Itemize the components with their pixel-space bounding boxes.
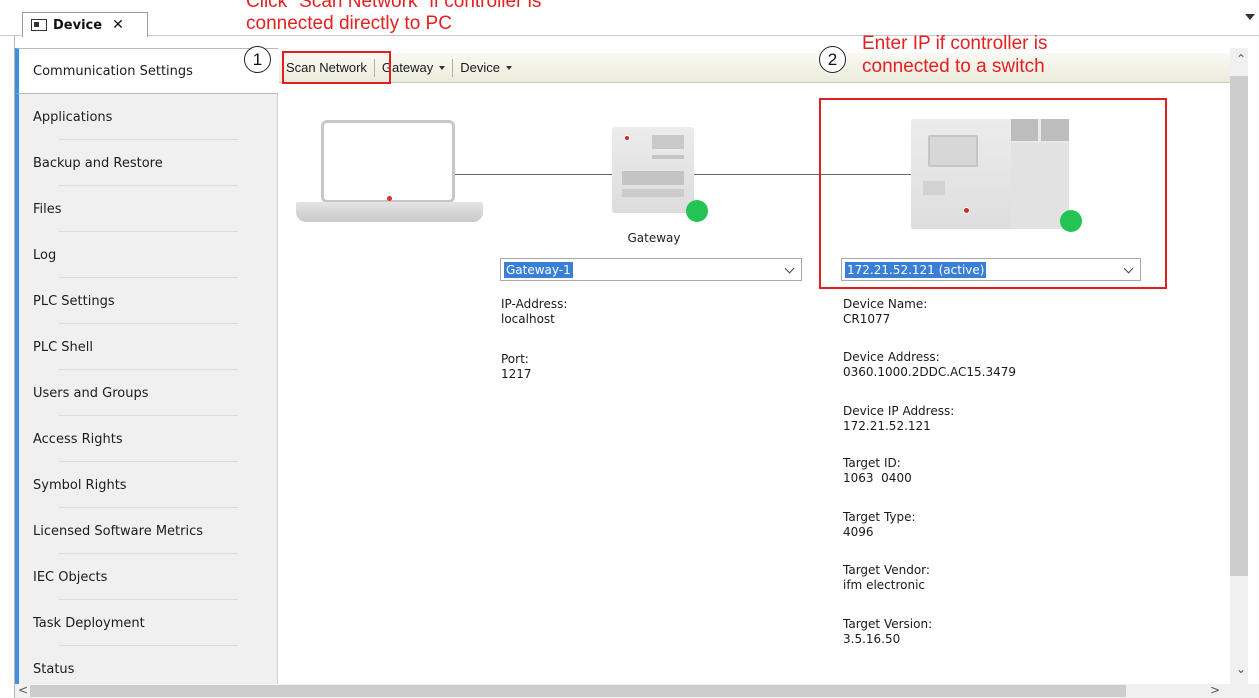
sidebar-item-label: Applications	[33, 109, 113, 125]
target-vendor-property: Target Vendor: ifm electronic	[843, 563, 930, 593]
device-name-property: Device Name: CR1077	[843, 297, 927, 327]
sidebar-item-label: Symbol Rights	[33, 477, 127, 493]
sidebar-item-label: Communication Settings	[33, 63, 193, 79]
scan-network-highlight-box	[282, 51, 391, 84]
sidebar-item-label: Users and Groups	[33, 385, 149, 401]
caret-down-icon	[439, 65, 446, 70]
sidebar-item-iec-objects[interactable]: IEC Objects	[15, 554, 278, 600]
connection-line-pc-gateway	[455, 174, 613, 175]
property-label: Target Version:	[843, 617, 933, 631]
gateway-ip-property: IP-Address: localhost	[501, 297, 567, 327]
horizontal-scrollbar-thumb[interactable]	[30, 685, 1126, 697]
sidebar-item-log[interactable]: Log	[15, 232, 278, 278]
scroll-left-icon[interactable]: <	[18, 683, 28, 697]
property-label: Target Vendor:	[843, 563, 930, 577]
sidebar-item-plc-settings[interactable]: PLC Settings	[15, 278, 278, 324]
gateway-caption: Gateway	[627, 231, 681, 245]
property-label: Device IP Address:	[843, 404, 955, 418]
sidebar-item-label: PLC Shell	[33, 339, 94, 355]
vertical-scrollbar-thumb[interactable]	[1230, 76, 1248, 576]
gateway-device-icon	[612, 127, 694, 213]
sidebar-item-access-rights[interactable]: Access Rights	[15, 416, 278, 462]
property-value: 4096	[843, 525, 874, 539]
property-value: ifm electronic	[843, 578, 926, 592]
property-value: 3.5.16.50	[843, 632, 901, 646]
sidebar-item-label: Access Rights	[33, 431, 123, 447]
scroll-right-icon[interactable]: >	[1210, 683, 1220, 697]
sidebar-item-users-and-groups[interactable]: Users and Groups	[15, 370, 278, 416]
annotation-step1-line1: Click "Scan Network" if controller is	[246, 0, 542, 12]
sidebar-item-label: PLC Settings	[33, 293, 115, 309]
sidebar-item-applications[interactable]: Applications	[15, 94, 278, 140]
property-value: 172.21.52.121	[843, 419, 931, 433]
device-sidebar: Communication Settings Applications Back…	[15, 48, 278, 692]
tab-device[interactable]: Device ✕	[22, 12, 148, 37]
chevron-down-icon	[784, 263, 795, 274]
property-value: 1217	[501, 367, 532, 381]
target-id-property: Target ID: 1063 0400	[843, 456, 912, 486]
sidebar-item-task-deployment[interactable]: Task Deployment	[15, 600, 278, 646]
annotation-step2-line1: Enter IP if controller is	[862, 33, 1048, 54]
close-icon[interactable]: ✕	[112, 17, 124, 33]
tab-device-label: Device	[53, 17, 103, 33]
sidebar-item-licensed-software-metrics[interactable]: Licensed Software Metrics	[15, 508, 278, 554]
device-address-property: Device Address: 0360.1000.2DDC.AC15.3479	[843, 350, 1016, 380]
laptop-indicator	[387, 196, 392, 201]
pc-laptop-icon	[321, 120, 455, 203]
property-label: Target Type:	[843, 510, 916, 524]
property-label: Device Address:	[843, 350, 940, 364]
step-2-marker: 2	[819, 46, 846, 73]
gateway-port-property: Port: 1217	[501, 352, 532, 382]
annotation-step1-line2: connected directly to PC	[246, 13, 452, 34]
sidebar-item-communication-settings[interactable]: Communication Settings	[15, 48, 278, 94]
property-value: 1063 0400	[843, 471, 912, 485]
sidebar-item-label: Log	[33, 247, 57, 263]
communication-toolbar: Scan Network Gateway Device	[279, 53, 1230, 83]
caret-down-icon	[505, 65, 512, 70]
device-window-icon	[31, 19, 47, 31]
sidebar-item-plc-shell[interactable]: PLC Shell	[15, 324, 278, 370]
sidebar-item-label: Files	[33, 201, 62, 217]
target-version-property: Target Version: 3.5.16.50	[843, 617, 932, 647]
scroll-up-icon[interactable]: ⌃	[1236, 52, 1246, 66]
sidebar-item-label: Licensed Software Metrics	[33, 523, 204, 539]
step-1-marker: 1	[244, 46, 271, 73]
sidebar-item-label: Task Deployment	[33, 615, 145, 631]
property-label: IP-Address:	[501, 297, 568, 311]
device-menu-label: Device	[460, 60, 500, 75]
property-value: localhost	[501, 312, 555, 326]
tab-overflow-dropdown-icon[interactable]	[1245, 14, 1255, 20]
sidebar-item-backup-and-restore[interactable]: Backup and Restore	[15, 140, 278, 186]
gateway-status-icon	[686, 200, 708, 222]
property-label: Port:	[501, 352, 529, 366]
device-highlight-box	[819, 98, 1167, 289]
gateway-select-value: Gateway-1	[504, 261, 573, 278]
sidebar-item-label: IEC Objects	[33, 569, 108, 585]
annotation-step2-line2: connected to a switch	[862, 56, 1045, 77]
device-menu-button[interactable]: Device	[453, 55, 519, 81]
target-type-property: Target Type: 4096	[843, 510, 916, 540]
property-label: Device Name:	[843, 297, 928, 311]
gateway-select[interactable]: Gateway-1	[500, 258, 802, 281]
editor-tab-strip: Device ✕	[0, 0, 1259, 37]
property-value: CR1077	[843, 312, 891, 326]
sidebar-item-files[interactable]: Files	[15, 186, 278, 232]
sidebar-item-symbol-rights[interactable]: Symbol Rights	[15, 462, 278, 508]
property-label: Target ID:	[843, 456, 901, 470]
sidebar-item-label: Status	[33, 661, 75, 677]
property-value: 0360.1000.2DDC.AC15.3479	[843, 365, 1017, 379]
device-ip-property: Device IP Address: 172.21.52.121	[843, 404, 954, 434]
sidebar-item-label: Backup and Restore	[33, 155, 163, 171]
laptop-base	[296, 202, 483, 222]
scroll-down-icon[interactable]: ⌄	[1236, 662, 1246, 676]
